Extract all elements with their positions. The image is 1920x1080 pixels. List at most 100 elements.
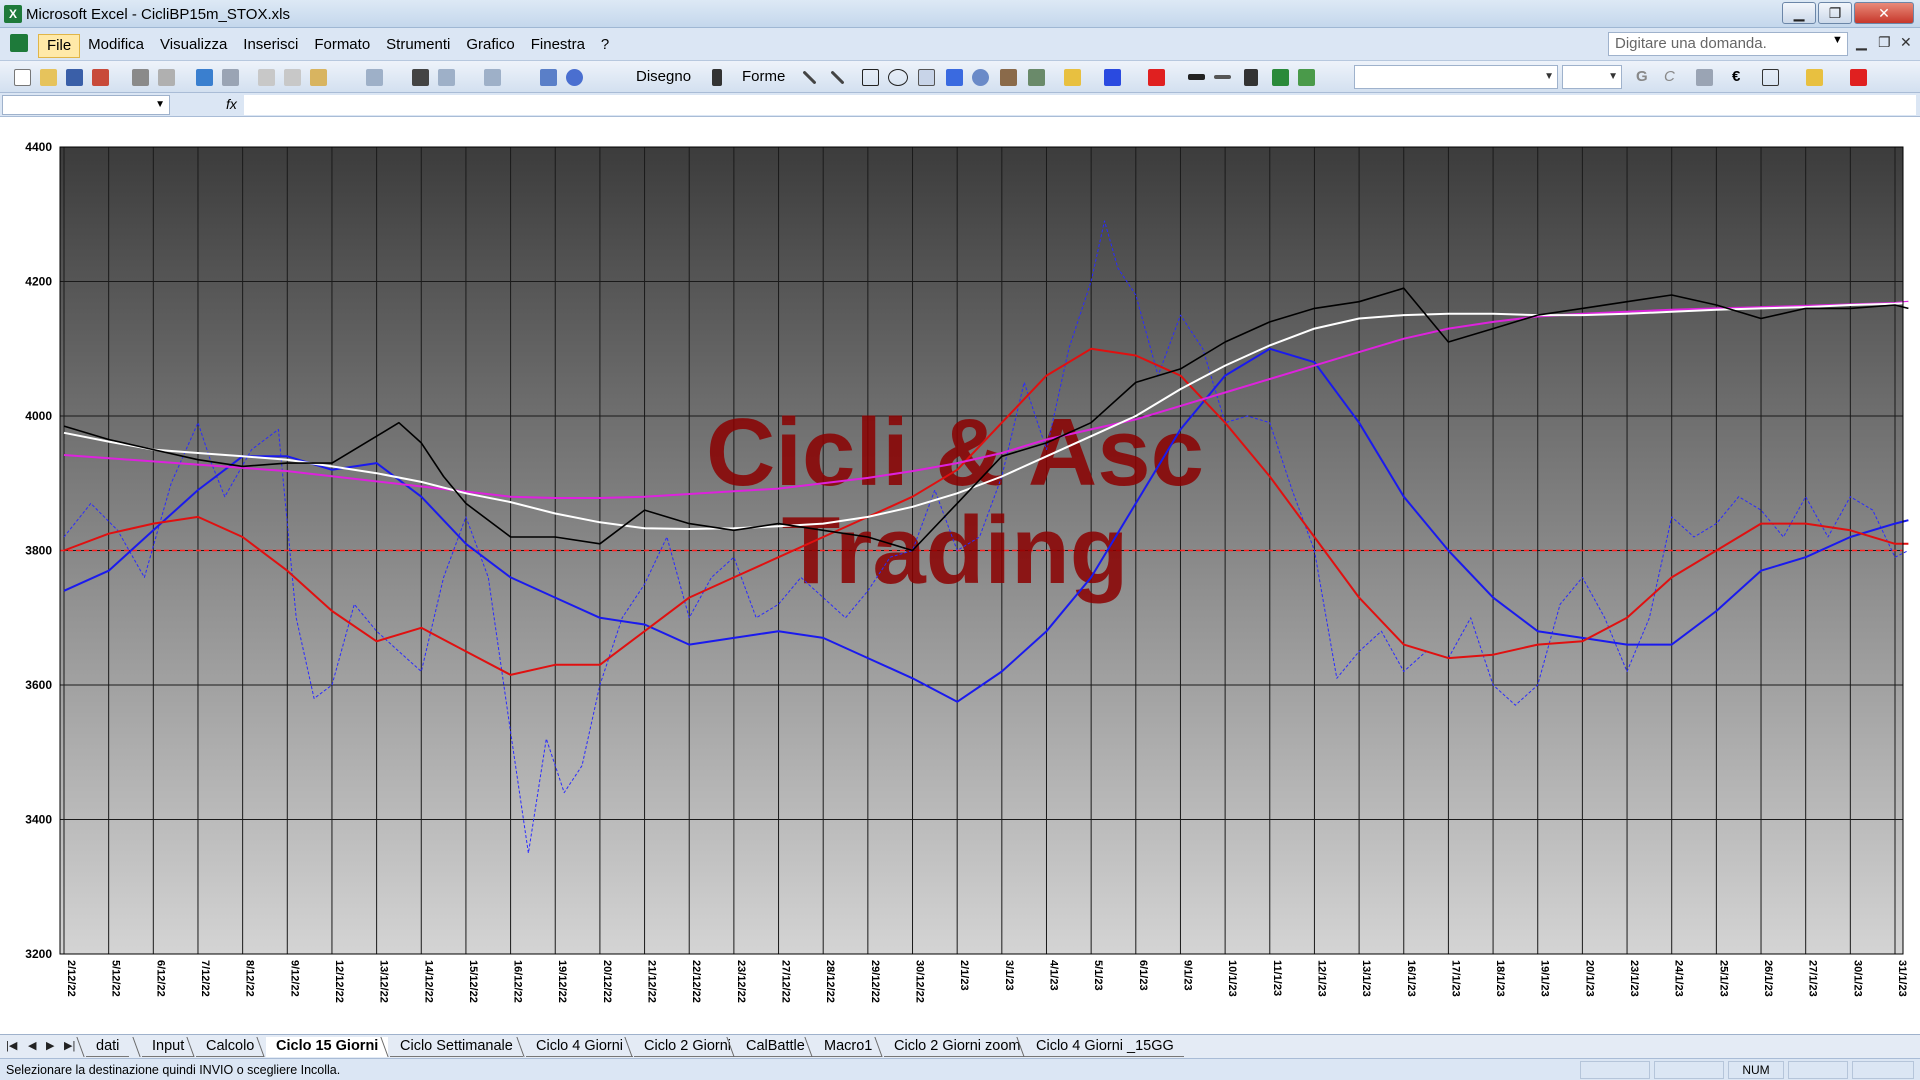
arrow-style-icon[interactable]	[1244, 69, 1258, 86]
fill-color-icon[interactable]	[1064, 69, 1081, 86]
chart-sheet[interactable]: 4400 4200 4000 3800 3600 3400 3200 2/12/22 5/12/…	[0, 117, 1920, 1034]
help-question-input[interactable]: Digitare una domanda.	[1608, 32, 1848, 56]
maximize-button[interactable]: ❐	[1818, 2, 1852, 24]
menu-modifica[interactable]: Modifica	[80, 34, 152, 58]
research-icon[interactable]	[222, 69, 239, 86]
font-color-icon[interactable]	[1148, 69, 1165, 86]
font-color-2-icon[interactable]	[1850, 69, 1867, 86]
sheet-tab-calcolo[interactable]: Calcolo	[196, 1037, 265, 1057]
workbook-icon[interactable]	[10, 34, 28, 52]
menu-formato[interactable]: Formato	[306, 34, 378, 58]
x-tick-label: 21/12/22	[646, 960, 658, 1003]
minimize-button[interactable]: ▁	[1782, 2, 1816, 24]
x-tick-label: 29/12/22	[869, 960, 881, 1003]
copy-icon[interactable]	[284, 69, 301, 86]
first-sheet-icon[interactable]: |◀	[6, 1039, 17, 1052]
sheet-tab-macro1[interactable]: Macro1	[814, 1037, 883, 1057]
sheet-tab-ciclo-4-giorni-15gg[interactable]: Ciclo 4 Giorni _15GG	[1026, 1037, 1184, 1057]
line-style-icon[interactable]	[1188, 74, 1205, 80]
prev-sheet-icon[interactable]: ◀	[28, 1039, 36, 1052]
menu-grafico[interactable]: Grafico	[458, 34, 522, 58]
name-box[interactable]: ▼	[2, 95, 170, 115]
sheet-tab-ciclo-4-giorni[interactable]: Ciclo 4 Giorni	[526, 1037, 634, 1057]
arrow-icon[interactable]	[830, 70, 845, 85]
forme-menu[interactable]: Forme	[742, 68, 785, 85]
sort-icon[interactable]	[484, 69, 501, 86]
font-name-combo[interactable]: ▼	[1354, 65, 1558, 89]
chart-wizard-icon[interactable]	[540, 69, 557, 86]
font-size-combo[interactable]: ▼	[1562, 65, 1622, 89]
3d-style-icon[interactable]	[1298, 69, 1315, 86]
clipart-icon[interactable]	[1000, 69, 1017, 86]
sheet-tab-ciclo-2-giorni[interactable]: Ciclo 2 Giorni	[634, 1037, 742, 1057]
italic-button[interactable]: C	[1664, 68, 1675, 85]
doc-restore-button[interactable]: ❐	[1878, 34, 1891, 51]
spelling-icon[interactable]	[196, 69, 213, 86]
fill-color-2-icon[interactable]	[1806, 69, 1823, 86]
dash-style-icon[interactable]	[1214, 75, 1231, 79]
help-icon[interactable]	[566, 69, 583, 86]
x-tick-label: 10/1/23	[1226, 960, 1238, 997]
select-objects-icon[interactable]	[712, 69, 722, 86]
sheet-tab-dati[interactable]: dati	[86, 1037, 130, 1057]
borders-icon[interactable]	[1762, 69, 1779, 86]
align-icon[interactable]	[1696, 69, 1713, 86]
textbox-icon[interactable]	[918, 69, 935, 86]
toolbar: Disegno Forme ▼ ▼ G C €	[0, 61, 1920, 93]
euro-button[interactable]: €	[1732, 68, 1740, 85]
paste-icon[interactable]	[310, 69, 327, 86]
menu-file[interactable]: File	[38, 34, 81, 58]
new-icon[interactable]	[14, 69, 31, 86]
name-box-dropdown-icon[interactable]: ▼	[155, 99, 165, 110]
sheet-tab-ciclo-settimanale[interactable]: Ciclo Settimanale	[390, 1037, 523, 1057]
sheet-tab-ciclo-2-giorni-zoom[interactable]: Ciclo 2 Giorni zoom	[884, 1037, 1031, 1057]
x-tick-label: 13/12/22	[378, 960, 390, 1003]
fx-icon[interactable]: fx	[226, 96, 237, 112]
x-tick-label: 13/1/23	[1360, 960, 1372, 997]
menu-visualizza[interactable]: Visualizza	[152, 34, 235, 58]
close-button[interactable]: ✕	[1854, 2, 1914, 24]
diagram-icon[interactable]	[972, 69, 989, 86]
x-tick-label: 8/12/22	[244, 960, 256, 997]
status-num-indicator: NUM	[1728, 1061, 1784, 1079]
oval-icon[interactable]	[888, 69, 908, 86]
menu-strumenti[interactable]: Strumenti	[378, 34, 458, 58]
sheet-tab-input[interactable]: Input	[142, 1037, 195, 1057]
menu-help[interactable]: ?	[593, 34, 617, 58]
doc-minimize-button[interactable]: ▁	[1856, 34, 1867, 51]
x-tick-label: 18/1/23	[1494, 960, 1506, 997]
open-icon[interactable]	[40, 69, 57, 86]
permission-icon[interactable]	[92, 69, 109, 86]
chart[interactable]: 4400 4200 4000 3800 3600 3400 3200 2/12/22 5/12/…	[0, 117, 1920, 1034]
wordart-icon[interactable]	[946, 69, 963, 86]
x-tick-label: 27/1/23	[1807, 960, 1819, 997]
cut-icon[interactable]	[258, 69, 275, 86]
print-preview-icon[interactable]	[158, 69, 175, 86]
help-dropdown-arrow-icon[interactable]: ▼	[1832, 34, 1843, 46]
next-sheet-icon[interactable]: ▶	[46, 1039, 54, 1052]
x-tick-label: 28/12/22	[824, 960, 836, 1003]
hyperlink-icon[interactable]	[412, 69, 429, 86]
sheet-tab-calbattle[interactable]: CalBattle	[736, 1037, 815, 1057]
excel-app-icon[interactable]: X	[4, 5, 22, 23]
formula-input[interactable]	[244, 95, 1916, 115]
disegno-menu[interactable]: Disegno	[636, 68, 691, 85]
save-icon[interactable]	[66, 69, 83, 86]
x-tick-label: 3/1/23	[1003, 960, 1015, 991]
print-icon[interactable]	[132, 69, 149, 86]
x-tick-label: 20/12/22	[601, 960, 613, 1003]
y-tick-label: 3600	[25, 678, 52, 692]
picture-icon[interactable]	[1028, 69, 1045, 86]
sheet-tab-ciclo-15-giorni[interactable]: Ciclo 15 Giorni	[266, 1037, 389, 1057]
undo-icon[interactable]	[366, 69, 383, 86]
autosum-icon[interactable]	[438, 69, 455, 86]
line-icon[interactable]	[802, 70, 817, 85]
line-color-icon[interactable]	[1104, 69, 1121, 86]
bold-button[interactable]: G	[1636, 68, 1648, 85]
menu-inserisci[interactable]: Inserisci	[235, 34, 306, 58]
doc-close-button[interactable]: ✕	[1900, 34, 1912, 51]
menu-finestra[interactable]: Finestra	[523, 34, 593, 58]
last-sheet-icon[interactable]: ▶|	[64, 1039, 75, 1052]
shadow-style-icon[interactable]	[1272, 69, 1289, 86]
rectangle-icon[interactable]	[862, 69, 879, 86]
